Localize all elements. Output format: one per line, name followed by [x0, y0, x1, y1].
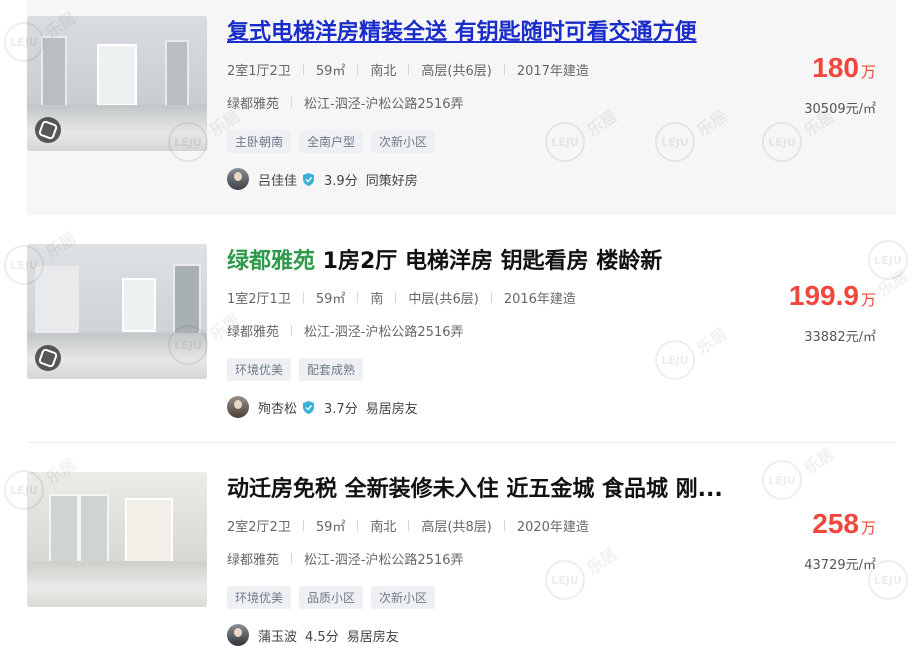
tag: 环境优美	[227, 586, 292, 609]
area-text: 59㎡	[315, 292, 346, 307]
agent-company: 易居房友	[346, 629, 399, 645]
listing-photo[interactable]	[27, 244, 207, 379]
tag: 主卧朝南	[227, 130, 292, 153]
agent-avatar[interactable]	[227, 396, 249, 418]
area-text: 59㎡	[315, 520, 346, 535]
agent-info[interactable]: 吕佳佳 3.9分 同策好房	[227, 168, 418, 190]
community-link[interactable]: 绿都雅苑	[227, 549, 279, 568]
listing-photo[interactable]	[27, 472, 207, 607]
tag-list: 主卧朝南 全南户型 次新小区	[227, 130, 436, 153]
orientation-text: 南北	[370, 520, 397, 535]
address-text: 松江-泗泾-沪松公路2516弄	[304, 97, 464, 112]
total-price: 199.9 万	[789, 280, 876, 312]
orientation-text: 南北	[370, 64, 397, 79]
price-unit: 万	[860, 519, 876, 537]
total-price: 258 万	[812, 508, 876, 540]
tag-list: 环境优美 配套成熟	[227, 358, 364, 381]
listing-attributes: 1室2厅1卫 59㎡ 南 中层(共6层) 2016年建造	[227, 288, 576, 307]
unit-price: 30509元/㎡	[804, 102, 876, 117]
listing-location: 绿都雅苑 松江-泗泾-沪松公路2516弄	[227, 549, 463, 568]
tag: 次新小区	[371, 586, 436, 609]
built-year-text: 2017年建造	[516, 64, 589, 79]
listing-title[interactable]: 绿都雅苑 1房2厅 电梯洋房 钥匙看房 楼龄新	[227, 243, 662, 275]
floor-text: 高层(共8层)	[421, 520, 492, 535]
agent-score: 4.5分	[305, 629, 339, 645]
tag: 全南户型	[299, 130, 364, 153]
built-year-text: 2020年建造	[516, 520, 589, 535]
unit-price: 43729元/㎡	[804, 558, 876, 573]
price-value: 199.9	[788, 280, 859, 311]
price-unit: 万	[860, 63, 876, 81]
layout-text: 1室2厅1卫	[227, 292, 291, 307]
price-value: 180	[812, 52, 859, 83]
price-unit: 万	[860, 291, 876, 309]
layout-text: 2室1厅2卫	[227, 64, 291, 79]
agent-score: 3.7分	[324, 401, 358, 417]
listing-card[interactable]: 动迁房免税 全新装修未入住 近五金城 食品城 刚... 2室2厅2卫 59㎡ 南…	[27, 443, 896, 655]
agent-company: 同策好房	[365, 173, 418, 189]
price-value: 258	[812, 508, 859, 539]
agent-score: 3.9分	[324, 173, 358, 189]
listing-title[interactable]: 复式电梯洋房精装全送 有钥匙随时可看交通方便	[227, 14, 697, 46]
verified-shield-icon	[303, 400, 315, 414]
listing-location: 绿都雅苑 松江-泗泾-沪松公路2516弄	[227, 321, 463, 340]
tag-list: 环境优美 品质小区 次新小区	[227, 586, 436, 609]
floor-text: 高层(共6层)	[421, 64, 492, 79]
tag: 次新小区	[371, 130, 436, 153]
unit-price: 33882元/㎡	[804, 330, 876, 345]
agent-avatar[interactable]	[227, 624, 249, 646]
listing-location: 绿都雅苑 松江-泗泾-沪松公路2516弄	[227, 93, 463, 112]
listing-attributes: 2室1厅2卫 59㎡ 南北 高层(共6层) 2017年建造	[227, 60, 589, 79]
agent-avatar[interactable]	[227, 168, 249, 190]
listing-attributes: 2室2厅2卫 59㎡ 南北 高层(共8层) 2020年建造	[227, 516, 589, 535]
agent-info[interactable]: 蒲玉波 4.5分 易居房友	[227, 624, 399, 646]
listing-photo[interactable]	[27, 16, 207, 151]
community-link[interactable]: 绿都雅苑	[227, 93, 279, 112]
orientation-text: 南	[370, 292, 384, 307]
address-text: 松江-泗泾-沪松公路2516弄	[304, 325, 464, 340]
listing-card[interactable]: 绿都雅苑 1房2厅 电梯洋房 钥匙看房 楼龄新 1室2厅1卫 59㎡ 南 中层(…	[27, 215, 896, 443]
layout-text: 2室2厅2卫	[227, 520, 291, 535]
vr-icon[interactable]	[35, 345, 61, 371]
agent-name[interactable]: 吕佳佳	[258, 170, 297, 189]
built-year-text: 2016年建造	[503, 292, 576, 307]
tag: 环境优美	[227, 358, 292, 381]
vr-icon[interactable]	[35, 117, 61, 143]
tag: 品质小区	[299, 586, 364, 609]
agent-info[interactable]: 殉杏松 3.7分 易居房友	[227, 396, 418, 418]
total-price: 180 万	[812, 52, 876, 84]
verified-shield-icon	[303, 172, 315, 186]
listing-title[interactable]: 动迁房免税 全新装修未入住 近五金城 食品城 刚...	[227, 471, 723, 503]
listing-card[interactable]: 复式电梯洋房精装全送 有钥匙随时可看交通方便 2室1厅2卫 59㎡ 南北 高层(…	[27, 0, 896, 215]
title-keyword-highlight: 绿都雅苑	[227, 249, 316, 274]
community-link[interactable]: 绿都雅苑	[227, 321, 279, 340]
area-text: 59㎡	[315, 64, 346, 79]
agent-name[interactable]: 殉杏松	[258, 398, 297, 417]
address-text: 松江-泗泾-沪松公路2516弄	[304, 553, 464, 568]
agent-company: 易居房友	[365, 401, 418, 417]
agent-name[interactable]: 蒲玉波	[258, 626, 297, 645]
floor-text: 中层(共6层)	[408, 292, 479, 307]
tag: 配套成熟	[299, 358, 364, 381]
title-text: 1房2厅 电梯洋房 钥匙看房 楼龄新	[315, 249, 663, 274]
